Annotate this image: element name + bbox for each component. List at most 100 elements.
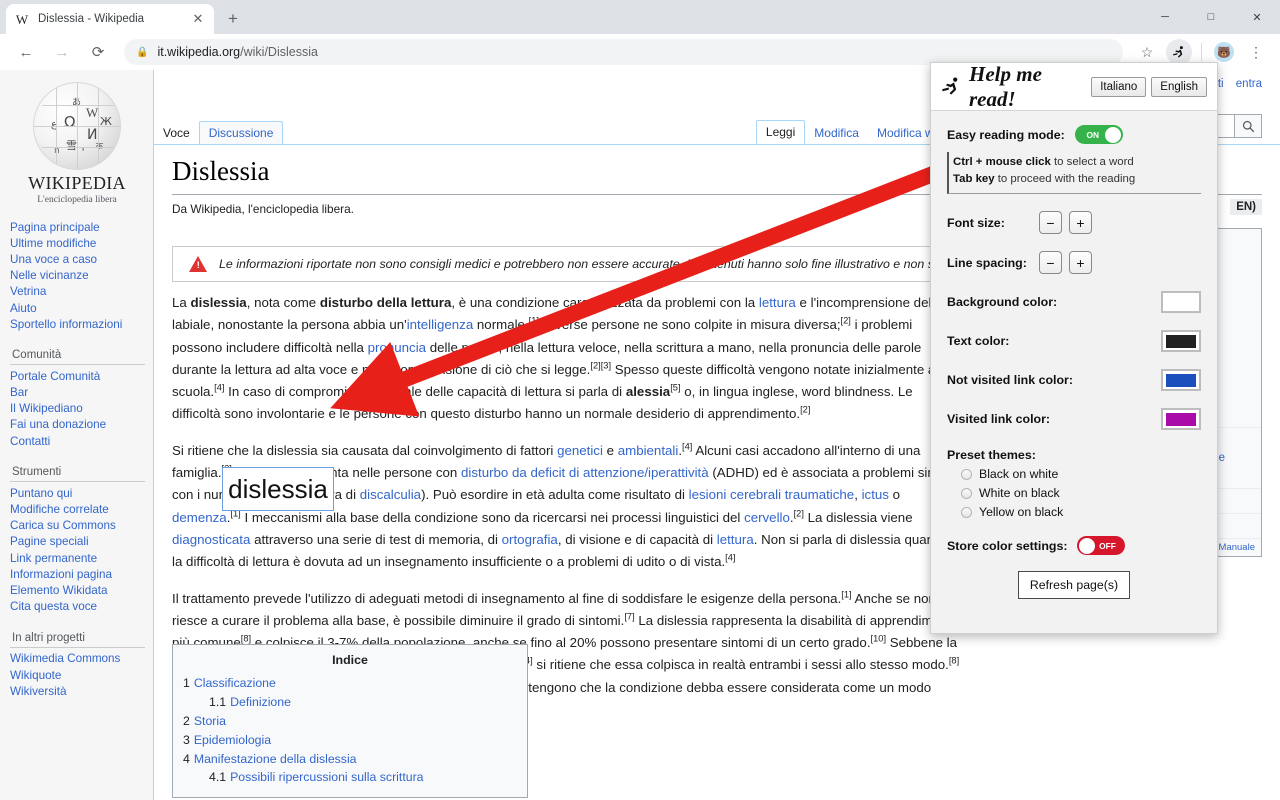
sidebar-item-informazioni-pagina[interactable]: Informazioni pagina bbox=[10, 566, 153, 582]
reference-marker[interactable]: [4] bbox=[682, 441, 692, 451]
wiki-link[interactable]: intelligenza bbox=[407, 317, 474, 332]
sidebar-item-elemento-wikidata[interactable]: Elemento Wikidata bbox=[10, 582, 153, 598]
reference-marker[interactable]: [4] bbox=[214, 383, 224, 393]
sidebar-item-pagine-speciali[interactable]: Pagine speciali bbox=[10, 534, 153, 550]
wiki-link[interactable]: ambientali bbox=[618, 443, 679, 458]
wiki-link[interactable]: pronuncia bbox=[368, 340, 426, 355]
text-color-swatch[interactable] bbox=[1161, 330, 1201, 352]
color-fill bbox=[1166, 295, 1196, 309]
sidebar-item-bar[interactable]: Bar bbox=[10, 385, 153, 401]
reference-marker[interactable]: [1] bbox=[841, 589, 851, 599]
preset-theme-option[interactable]: Black on white bbox=[947, 467, 1201, 481]
sidebar-item-carica-su-commons[interactable]: Carica su Commons bbox=[10, 518, 153, 534]
visited-link-color-swatch[interactable] bbox=[1161, 408, 1201, 430]
reference-marker[interactable]: [4] bbox=[725, 553, 735, 563]
lang-button-english[interactable]: English bbox=[1151, 76, 1207, 97]
forward-icon[interactable]: → bbox=[48, 38, 76, 66]
toc-item[interactable]: 3 Epidemiologia bbox=[183, 730, 517, 749]
font-size-decrease-button[interactable]: − bbox=[1039, 211, 1062, 234]
wiki-link[interactable]: lettura bbox=[717, 532, 754, 547]
reference-marker[interactable]: [2] bbox=[841, 316, 851, 326]
toc-item[interactable]: 4.1 Possibili ripercussioni sulla scrittu… bbox=[183, 768, 517, 787]
search-button[interactable] bbox=[1234, 114, 1262, 138]
sidebar-item-aiuto[interactable]: Aiuto bbox=[10, 300, 153, 316]
font-size-increase-button[interactable]: + bbox=[1069, 211, 1092, 234]
wiki-link[interactable]: disturbo da deficit di attenzione/iperat… bbox=[461, 465, 709, 480]
preset-theme-option[interactable]: Yellow on black bbox=[947, 505, 1201, 519]
wiki-link[interactable]: diagnosticata bbox=[172, 532, 250, 547]
wiki-link[interactable]: demenza bbox=[172, 510, 227, 525]
radio-button[interactable] bbox=[961, 506, 972, 518]
sidebar-item-cita-questa-voce[interactable]: Cita questa voce bbox=[10, 599, 153, 615]
wiki-link[interactable]: discalculia bbox=[360, 487, 421, 502]
radio-button[interactable] bbox=[961, 487, 972, 499]
wikipedia-globe-icon: Ω W И Ж 雪 ع י ก क あ bbox=[33, 82, 121, 170]
sidebar-item-vetrina[interactable]: Vetrina bbox=[10, 284, 153, 300]
reference-marker[interactable]: [1] bbox=[529, 316, 539, 326]
window-close-button[interactable]: ✕ bbox=[1234, 0, 1280, 34]
wiki-link[interactable]: ictus bbox=[862, 487, 889, 502]
close-icon[interactable]: ✕ bbox=[190, 11, 206, 27]
toc-item[interactable]: 4 Manifestazione della dislessia bbox=[183, 749, 517, 768]
wiki-link[interactable]: genetici bbox=[557, 443, 603, 458]
reference-marker[interactable]: [3] bbox=[601, 360, 611, 370]
sidebar-item-una-voce-a-caso[interactable]: Una voce a caso bbox=[10, 251, 153, 267]
preset-theme-option[interactable]: White on black bbox=[947, 486, 1201, 500]
toc-item[interactable]: 1 Classificazione bbox=[183, 674, 517, 693]
tab-title: Dislessia - Wikipedia bbox=[38, 13, 145, 25]
wiki-link[interactable]: cervello bbox=[744, 510, 790, 525]
new-tab-button[interactable]: + bbox=[222, 8, 244, 30]
sidebar-item-puntano-qui[interactable]: Puntano qui bbox=[10, 485, 153, 501]
reload-icon[interactable]: ⟳ bbox=[84, 38, 112, 66]
reference-marker[interactable]: [2] bbox=[794, 508, 804, 518]
sidebar-item-portale-comunit[interactable]: Portale Comunità bbox=[10, 368, 153, 384]
sidebar-item-wikimedia-commons[interactable]: Wikimedia Commons bbox=[10, 651, 153, 667]
radio-button[interactable] bbox=[961, 468, 972, 480]
not-visited-link-color-swatch[interactable] bbox=[1161, 369, 1201, 391]
sidebar-item-link-permanente[interactable]: Link permanente bbox=[10, 550, 153, 566]
tab-modifica[interactable]: Modifica bbox=[805, 122, 868, 144]
sidebar-item-fai-una-donazione[interactable]: Fai una donazione bbox=[10, 417, 153, 433]
tab-leggi[interactable]: Leggi bbox=[755, 120, 806, 144]
sidebar-item-contatti[interactable]: Contatti bbox=[10, 433, 153, 449]
kebab-menu-icon[interactable]: ⋮ bbox=[1243, 39, 1269, 65]
wiki-link[interactable]: ortografia bbox=[502, 532, 558, 547]
wiki-link[interactable]: lettura bbox=[759, 295, 796, 310]
reference-marker[interactable]: [10] bbox=[871, 634, 887, 644]
line-spacing-increase-button[interactable]: + bbox=[1069, 251, 1092, 274]
back-icon[interactable]: ← bbox=[12, 38, 40, 66]
sidebar-item-il-wikipediano[interactable]: Il Wikipediano bbox=[10, 401, 153, 417]
refresh-pages-button[interactable]: Refresh page(s) bbox=[1017, 571, 1131, 599]
wikipedia-logo[interactable]: Ω W И Ж 雪 ع י ก क あ WIKIPEDIA L'enciclop… bbox=[0, 70, 154, 205]
sidebar-item-wikiquote[interactable]: Wikiquote bbox=[10, 667, 153, 683]
line-spacing-decrease-button[interactable]: − bbox=[1039, 251, 1062, 274]
sidebar-item-nelle-vicinanze[interactable]: Nelle vicinanze bbox=[10, 268, 153, 284]
reference-marker[interactable]: [8] bbox=[949, 656, 959, 666]
sidebar-item-sportello-informazioni[interactable]: Sportello informazioni bbox=[10, 316, 153, 332]
easy-reading-toggle[interactable]: ON bbox=[1074, 125, 1123, 144]
sidebar-item-ultime-modifiche[interactable]: Ultime modifiche bbox=[10, 235, 153, 251]
store-settings-toggle[interactable]: OFF bbox=[1077, 536, 1126, 555]
reference-marker[interactable]: [7] bbox=[624, 611, 634, 621]
wiki-link[interactable]: lesioni cerebrali traumatiche bbox=[689, 487, 855, 502]
minimize-button[interactable]: ─ bbox=[1142, 0, 1188, 34]
sidebar-item-wikiversit[interactable]: Wikiversità bbox=[10, 683, 153, 699]
color-setting-row: Visited link color: bbox=[947, 408, 1201, 430]
browser-tab[interactable]: W Dislessia - Wikipedia ✕ bbox=[6, 4, 214, 34]
lang-button-italiano[interactable]: Italiano bbox=[1091, 76, 1147, 97]
sidebar-item-modifiche-correlate[interactable]: Modifiche correlate bbox=[10, 501, 153, 517]
color-setting-label: Not visited link color: bbox=[947, 373, 1073, 387]
background-color-swatch[interactable] bbox=[1161, 291, 1201, 313]
reference-marker[interactable]: [8] bbox=[241, 634, 251, 644]
reference-marker[interactable]: [5] bbox=[670, 383, 680, 393]
maximize-button[interactable]: □ bbox=[1188, 0, 1234, 34]
tab-voce[interactable]: Voce bbox=[154, 122, 199, 144]
sidebar-item-pagina-principale[interactable]: Pagina principale bbox=[10, 219, 153, 235]
reference-marker[interactable]: [2] bbox=[590, 360, 600, 370]
tab-discussione[interactable]: Discussione bbox=[198, 121, 284, 144]
login-link[interactable]: entra bbox=[1236, 78, 1262, 90]
reference-marker[interactable]: [2] bbox=[800, 405, 810, 415]
toc-item[interactable]: 1.1 Definizione bbox=[183, 693, 517, 712]
sidebar-group: Strumenti Puntano qui Modifiche correlate C… bbox=[0, 463, 153, 615]
toc-item[interactable]: 2 Storia bbox=[183, 712, 517, 731]
